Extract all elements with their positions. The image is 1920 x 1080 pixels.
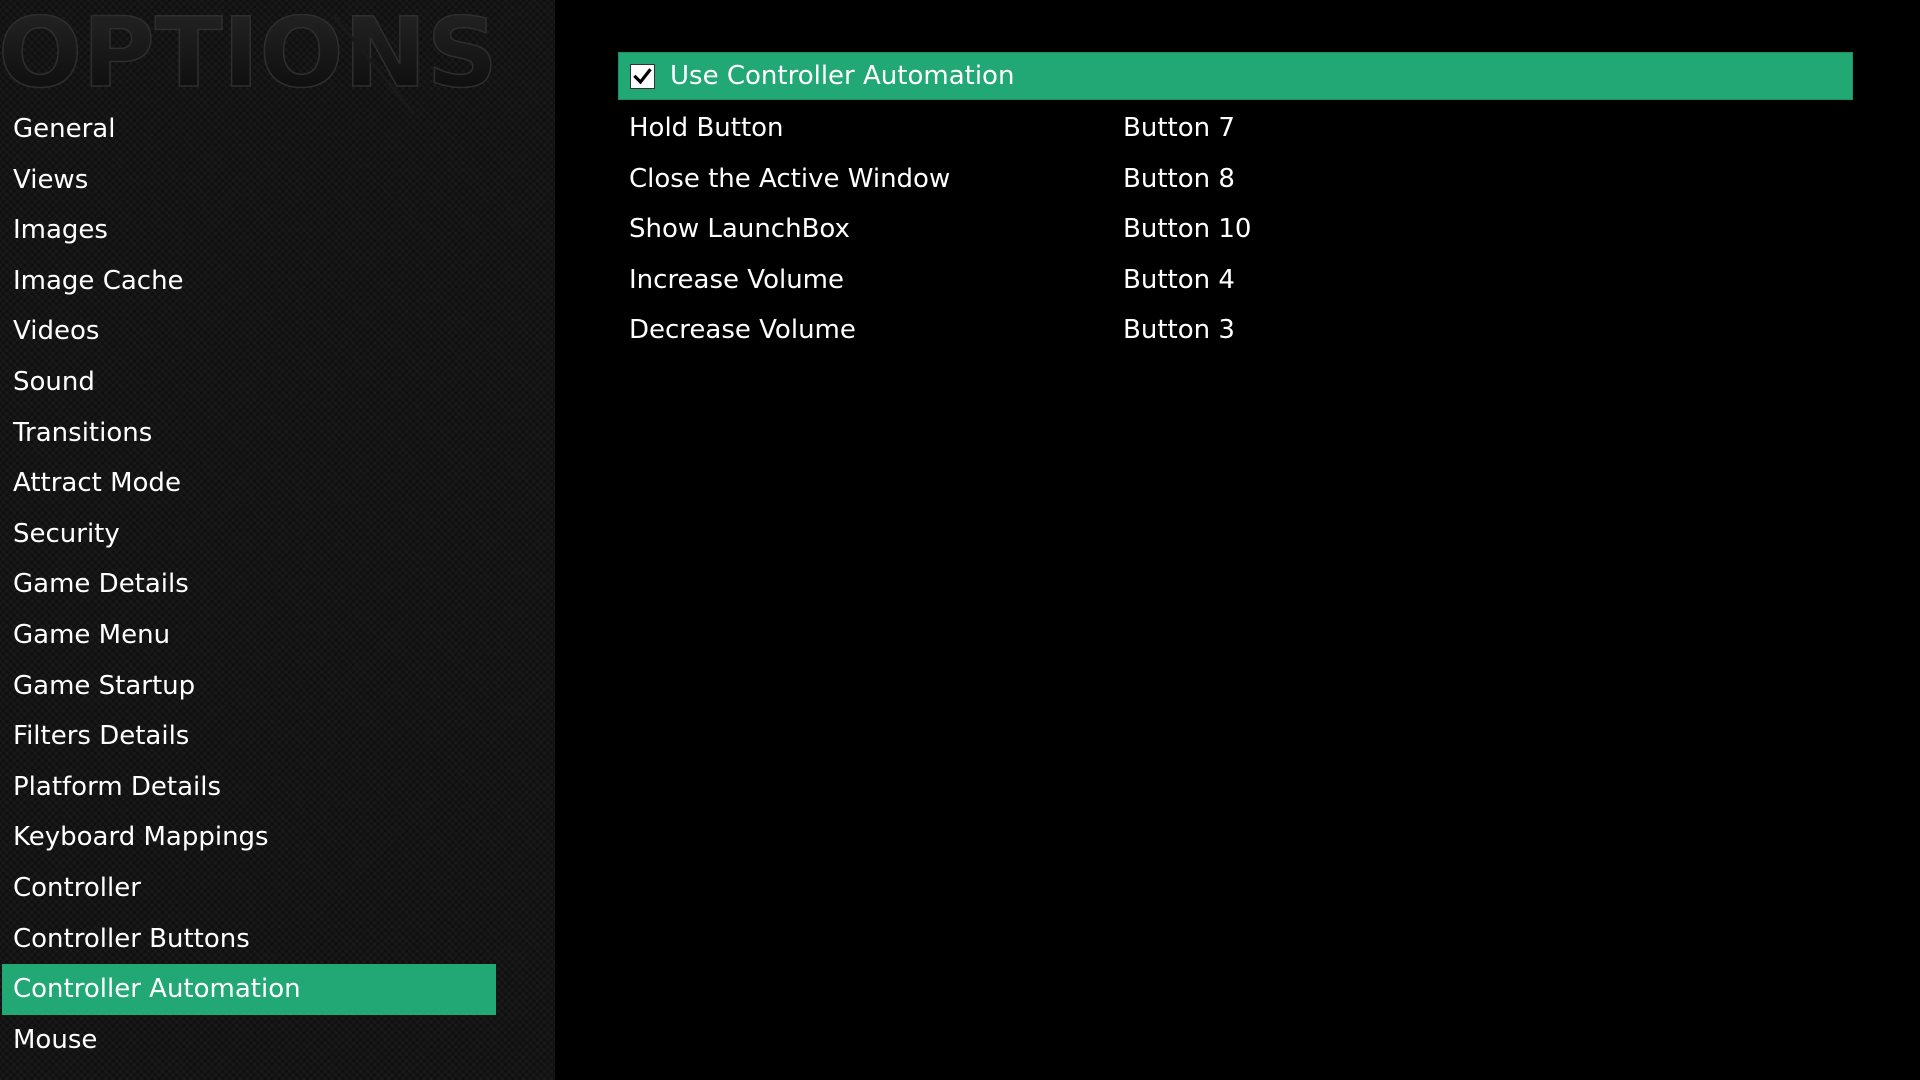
options-content: Use Controller Automation Hold Button Bu… [555, 0, 1920, 1080]
options-logo-text: OPTIONS [0, 14, 498, 109]
nav-item-images[interactable]: Images [2, 205, 496, 256]
mapping-button-value[interactable]: Button 4 [1123, 255, 1235, 306]
mapping-row-decrease-volume[interactable]: Decrease Volume Button 3 [629, 305, 1829, 356]
nav-item-platform-details[interactable]: Platform Details [2, 762, 496, 813]
nav-item-security[interactable]: Security [2, 509, 496, 560]
mapping-button-value[interactable]: Button 7 [1123, 103, 1235, 154]
mapping-button-value[interactable]: Button 3 [1123, 305, 1235, 356]
nav-item-videos[interactable]: Videos [2, 306, 496, 357]
mapping-row-close-active-window[interactable]: Close the Active Window Button 8 [629, 154, 1829, 205]
nav-item-keyboard-mappings[interactable]: Keyboard Mappings [2, 812, 496, 863]
nav-item-mouse[interactable]: Mouse [2, 1015, 496, 1066]
options-sidebar: OPTIONS General Views Images Image Cache… [0, 0, 555, 1080]
use-controller-automation-checkbox[interactable] [630, 63, 655, 89]
mapping-action-label: Close the Active Window [629, 163, 951, 194]
nav-item-game-startup[interactable]: Game Startup [2, 661, 496, 712]
use-controller-automation-label: Use Controller Automation [670, 61, 1015, 91]
nav-item-controller-automation[interactable]: Controller Automation [2, 964, 496, 1015]
mapping-row-hold-button[interactable]: Hold Button Button 7 [629, 103, 1829, 154]
mapping-action-label: Show LaunchBox [629, 214, 850, 245]
nav-item-sound[interactable]: Sound [2, 357, 496, 408]
options-nav: General Views Images Image Cache Videos … [2, 104, 496, 1065]
options-screen: OPTIONS General Views Images Image Cache… [0, 0, 1920, 1080]
controller-automation-mappings: Hold Button Button 7 Close the Active Wi… [629, 103, 1829, 356]
options-logo: OPTIONS [0, 14, 504, 114]
nav-item-image-cache[interactable]: Image Cache [2, 256, 496, 307]
mapping-action-label: Decrease Volume [629, 315, 856, 346]
nav-item-controller-buttons[interactable]: Controller Buttons [2, 914, 496, 965]
nav-item-transitions[interactable]: Transitions [2, 408, 496, 459]
mapping-action-label: Hold Button [629, 113, 784, 143]
nav-item-general[interactable]: General [2, 104, 496, 155]
nav-item-filters-details[interactable]: Filters Details [2, 711, 496, 762]
use-controller-automation-toggle[interactable]: Use Controller Automation [618, 52, 1853, 100]
checkmark-icon [633, 67, 652, 84]
nav-item-attract-mode[interactable]: Attract Mode [2, 458, 496, 509]
nav-item-game-details[interactable]: Game Details [2, 559, 496, 610]
mapping-row-show-launchbox[interactable]: Show LaunchBox Button 10 [629, 204, 1829, 255]
mapping-row-increase-volume[interactable]: Increase Volume Button 4 [629, 255, 1829, 306]
nav-item-views[interactable]: Views [2, 155, 496, 206]
nav-item-controller[interactable]: Controller [2, 863, 496, 914]
mapping-button-value[interactable]: Button 10 [1123, 204, 1251, 255]
mapping-button-value[interactable]: Button 8 [1123, 154, 1235, 205]
nav-item-game-menu[interactable]: Game Menu [2, 610, 496, 661]
mapping-action-label: Increase Volume [629, 264, 844, 295]
